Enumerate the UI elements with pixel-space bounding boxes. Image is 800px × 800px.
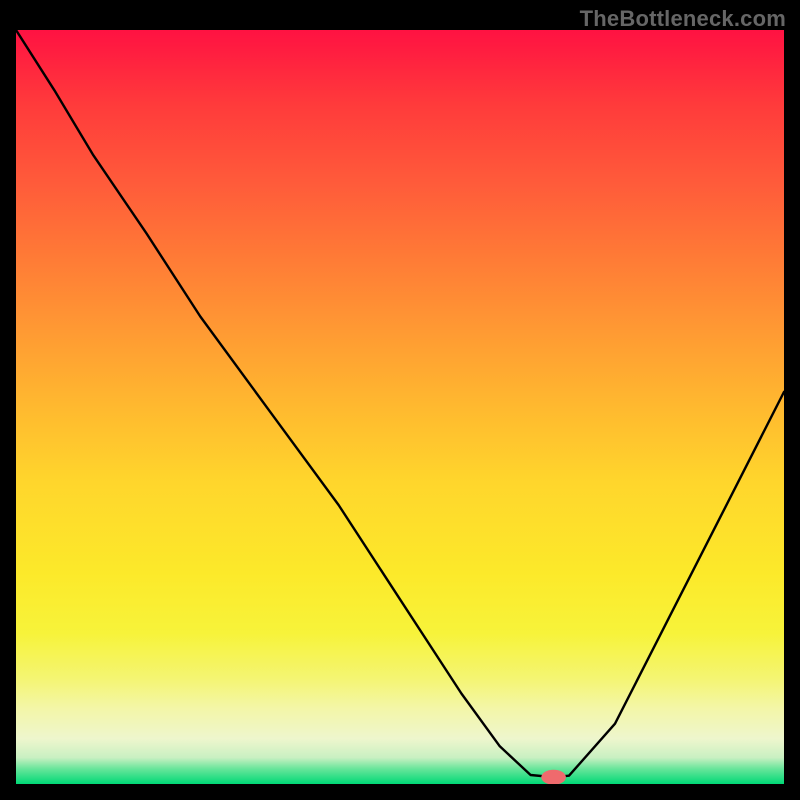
plot-svg [16, 30, 784, 784]
plot-area [16, 30, 784, 784]
chart-frame: TheBottleneck.com [0, 0, 800, 800]
bottleneck-curve [16, 30, 784, 777]
watermark-label: TheBottleneck.com [580, 6, 786, 32]
optimum-marker [541, 770, 566, 784]
